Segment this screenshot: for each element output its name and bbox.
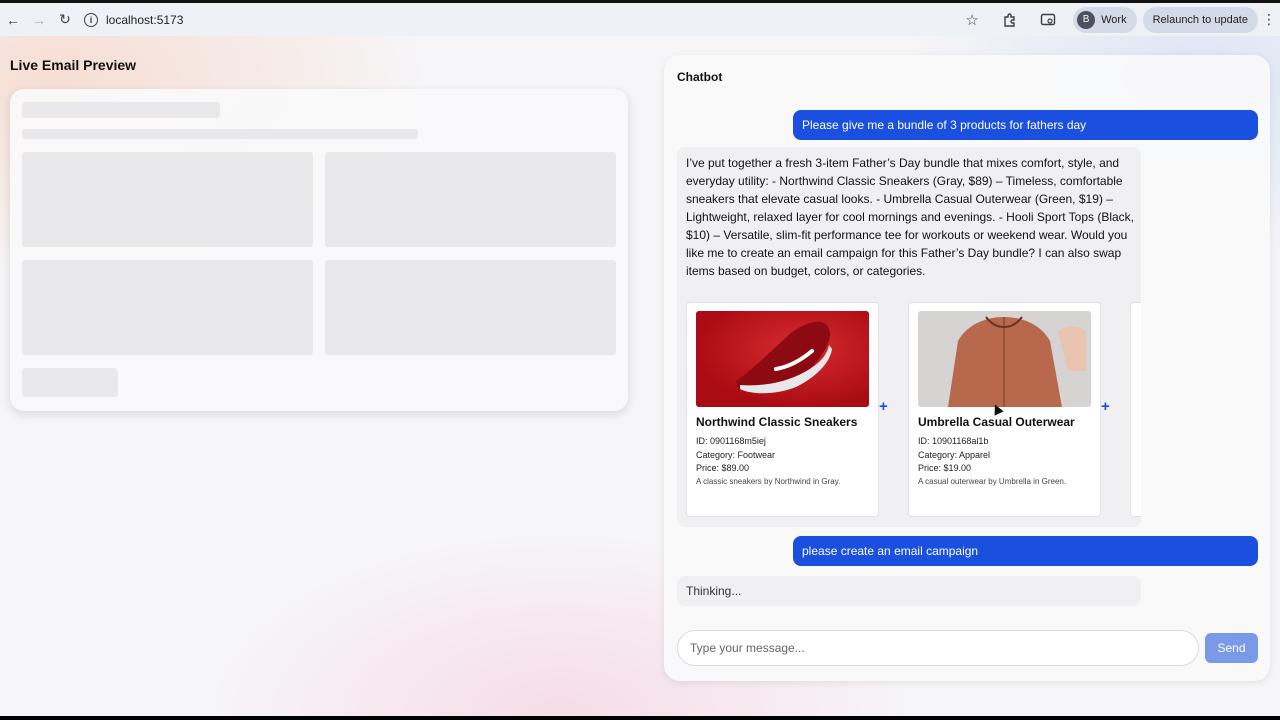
product-description: A classic sneakers by Northwind in Gray. bbox=[696, 477, 841, 486]
skeleton-line bbox=[22, 102, 220, 118]
browser-toolbar: ← → ↻ i localhost:5173 ☆ B Work Relaunch… bbox=[0, 0, 1280, 36]
extensions-icon[interactable] bbox=[991, 6, 1029, 34]
url-text: localhost:5173 bbox=[106, 12, 184, 27]
product-category: Category: Footwear bbox=[696, 450, 776, 460]
menu-kebab-icon[interactable]: ⋮ bbox=[1258, 6, 1280, 34]
product-card-partial[interactable] bbox=[1130, 302, 1141, 517]
toolbar-right: ☆ B Work Relaunch to update ⋮ bbox=[953, 3, 1280, 36]
site-info-icon[interactable]: i bbox=[84, 12, 98, 27]
product-image-sneakers bbox=[696, 311, 869, 407]
bot-message: I’ve put together a fresh 3-item Father’… bbox=[677, 147, 1141, 527]
product-name: Umbrella Casual Outerwear bbox=[918, 415, 1075, 429]
chatbot-panel: Chatbot Please give me a bundle of 3 pro… bbox=[664, 55, 1270, 681]
skeleton-block bbox=[325, 260, 616, 355]
thinking-indicator: Thinking... bbox=[677, 576, 1141, 606]
product-name: Northwind Classic Sneakers bbox=[696, 415, 858, 429]
plus-icon: + bbox=[1101, 398, 1110, 415]
bookmark-star-icon[interactable]: ☆ bbox=[953, 6, 991, 34]
product-description: A casual outerwear by Umbrella in Green. bbox=[918, 477, 1067, 486]
email-preview-skeleton bbox=[10, 89, 628, 411]
user-message-text: please create an email campaign bbox=[802, 544, 979, 558]
user-message-text: Please give me a bundle of 3 products fo… bbox=[802, 118, 1087, 132]
user-message: please create an email campaign bbox=[793, 536, 1258, 566]
skeleton-line bbox=[22, 129, 418, 139]
app-page: Live Email Preview Chatbot Please give m… bbox=[0, 36, 1280, 716]
product-price: Price: $89.00 bbox=[696, 463, 750, 473]
send-button[interactable]: Send bbox=[1205, 633, 1258, 663]
skeleton-block bbox=[22, 260, 313, 355]
bot-message-text: I’ve put together a fresh 3-item Father’… bbox=[686, 156, 1135, 278]
product-category: Category: Apparel bbox=[918, 450, 991, 460]
forward-icon[interactable]: → bbox=[26, 7, 52, 33]
avatar: B bbox=[1077, 10, 1096, 29]
skeleton-block bbox=[22, 152, 313, 247]
product-id: ID: 0901168m5iej bbox=[696, 436, 766, 446]
preview-title: Live Email Preview bbox=[10, 57, 137, 73]
message-input-wrapper bbox=[677, 630, 1199, 666]
skeleton-button bbox=[22, 368, 118, 397]
profile-name: Work bbox=[1101, 13, 1127, 26]
relaunch-button[interactable]: Relaunch to update bbox=[1142, 6, 1258, 33]
skeleton-block bbox=[325, 152, 616, 247]
product-card[interactable]: Northwind Classic Sneakers ID: 0901168m5… bbox=[686, 302, 879, 517]
user-message: Please give me a bundle of 3 products fo… bbox=[793, 110, 1258, 140]
reload-icon[interactable]: ↻ bbox=[52, 7, 78, 33]
back-icon[interactable]: ← bbox=[0, 7, 26, 33]
product-card[interactable]: Umbrella Casual Outerwear ID: 10901168al… bbox=[908, 302, 1101, 517]
product-image-outerwear bbox=[918, 311, 1091, 407]
address-bar[interactable]: i localhost:5173 bbox=[84, 6, 183, 34]
plus-icon: + bbox=[879, 398, 888, 415]
message-input[interactable] bbox=[690, 641, 1198, 655]
profile-button[interactable]: B Work bbox=[1073, 6, 1137, 33]
product-price: Price: $19.00 bbox=[918, 463, 972, 473]
product-id: ID: 10901168al1b bbox=[918, 436, 989, 446]
tab-search-icon[interactable] bbox=[1029, 6, 1067, 34]
chat-title: Chatbot bbox=[677, 70, 723, 84]
